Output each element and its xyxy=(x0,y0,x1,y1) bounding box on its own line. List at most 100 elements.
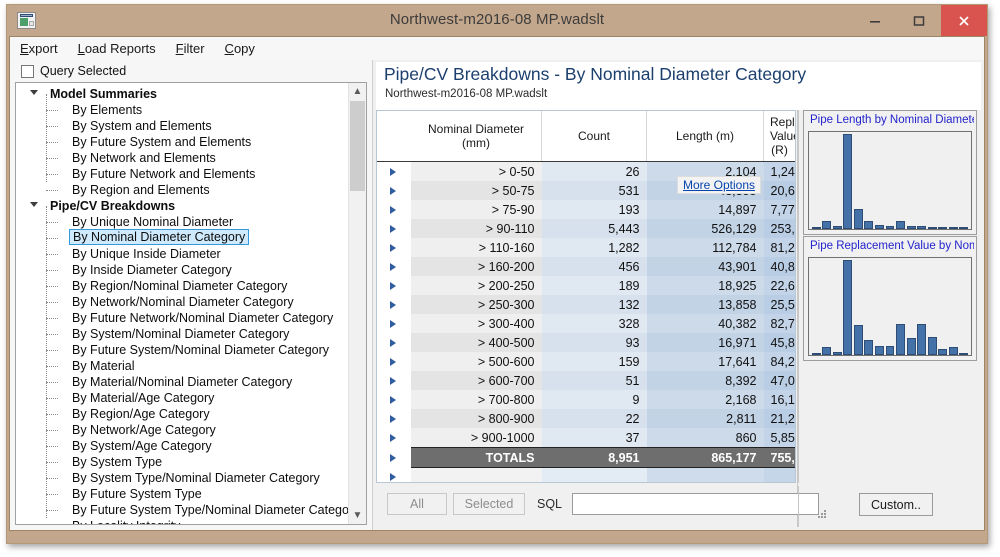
column-header-nominal-diameter[interactable]: Nominal Diameter (mm) xyxy=(411,111,542,162)
maximize-icon[interactable] xyxy=(897,5,941,36)
report-tree[interactable]: Model Summaries By Elements By System and … xyxy=(15,82,367,525)
tree-item-by-unique-inside-diameter[interactable]: By Unique Inside Diameter xyxy=(16,246,349,262)
tree-item-by-system-nominal-diameter-category[interactable]: By System/Nominal Diameter Category xyxy=(16,326,349,342)
data-grid[interactable]: Nominal Diameter (mm) Count Length (m) R… xyxy=(376,110,796,483)
close-icon[interactable] xyxy=(941,5,987,36)
row-expand-icon[interactable] xyxy=(377,219,411,238)
tree-item-by-system-age-category[interactable]: By System/Age Category xyxy=(16,438,349,454)
row-expand-icon[interactable] xyxy=(377,276,411,295)
table-row[interactable]: > 200-25018918,92522,653,523 xyxy=(377,276,795,295)
row-expand-icon[interactable] xyxy=(377,371,411,390)
tree-item-by-region-and-elements[interactable]: By Region and Elements xyxy=(16,182,349,198)
expand-triangle-icon[interactable] xyxy=(30,202,38,207)
table-row[interactable]: > 800-900222,81121,298,402 xyxy=(377,409,795,428)
table-row[interactable]: > 110-1601,282112,78481,262,328 xyxy=(377,238,795,257)
tree-item-by-nominal-diameter-category[interactable]: By Nominal Diameter Category xyxy=(16,229,349,246)
menu-copy[interactable]: Copy xyxy=(225,41,255,56)
cell-nominal-diameter: > 400-500 xyxy=(411,333,542,352)
table-row[interactable]: > 250-30013213,85825,598,356 xyxy=(377,295,795,314)
table-row[interactable]: > 300-40032840,38282,738,525 xyxy=(377,314,795,333)
cell-nominal-diameter: > 90-110 xyxy=(411,219,542,238)
tree-item-by-unique-nominal-diameter[interactable]: By Unique Nominal Diameter xyxy=(16,214,349,230)
column-header-length[interactable]: Length (m) xyxy=(646,111,764,162)
tree-item-by-network-nominal-diameter-category[interactable]: By Network/Nominal Diameter Category xyxy=(16,294,349,310)
menu-export[interactable]: EExportxport xyxy=(20,41,58,56)
tree-item-by-inside-diameter-category[interactable]: By Inside Diameter Category xyxy=(16,262,349,278)
table-row[interactable]: > 600-700518,39247,030,345 xyxy=(377,371,795,390)
tree-item-by-future-network-and-elements[interactable]: By Future Network and Elements xyxy=(16,166,349,182)
menu-load-reports[interactable]: Load Reports xyxy=(78,41,156,56)
cell-length: 18,925 xyxy=(646,276,764,295)
row-expand-icon[interactable] xyxy=(377,447,411,468)
tree-item-by-material-nominal-diameter-category[interactable]: By Material/Nominal Diameter Category xyxy=(16,374,349,390)
chart-bar xyxy=(811,353,821,355)
column-header-count[interactable]: Count xyxy=(541,111,647,162)
more-options-link[interactable]: More Options xyxy=(677,176,762,194)
row-expand-icon[interactable] xyxy=(377,333,411,352)
tree-item-by-network-age-category[interactable]: By Network/Age Category xyxy=(16,422,349,438)
query-selected-row[interactable]: Query Selected xyxy=(10,60,372,82)
tree-item-by-future-system-and-elements[interactable]: By Future System and Elements xyxy=(16,134,349,150)
menu-filter[interactable]: Filter xyxy=(176,41,205,56)
tree-group-model-summaries[interactable]: Model Summaries xyxy=(16,86,349,102)
table-row[interactable]: > 90-1105,443526,129253,032,843 xyxy=(377,219,795,238)
tree-item-by-system-type-nominal-diameter-category[interactable]: By System Type/Nominal Diameter Category xyxy=(16,470,349,486)
tree-item-by-system-and-elements[interactable]: By System and Elements xyxy=(16,118,349,134)
tree-item-by-network-and-elements[interactable]: By Network and Elements xyxy=(16,150,349,166)
row-expand-icon[interactable] xyxy=(377,390,411,409)
chart-bar xyxy=(874,225,884,229)
table-row-blank[interactable] xyxy=(377,467,795,482)
chart-pipe-length[interactable]: Pipe Length by Nominal Diameter C xyxy=(803,110,977,235)
custom-button[interactable]: Custom.. xyxy=(859,493,933,516)
table-row[interactable]: > 400-5009316,97145,806,984 xyxy=(377,333,795,352)
table-row[interactable]: > 900-1000378605,855,517 xyxy=(377,428,795,448)
tree-item-by-future-system-nominal-diameter-category[interactable]: By Future System/Nominal Diameter Catego… xyxy=(16,342,349,358)
tree-item-by-material-age-category[interactable]: By Material/Age Category xyxy=(16,390,349,406)
row-expand-icon[interactable] xyxy=(377,314,411,333)
chart-bar xyxy=(959,227,969,229)
tree-item-label: By Future System Type/Nominal Diameter C… xyxy=(72,503,349,517)
tree-item-by-future-system-type-nominal-diameter-category[interactable]: By Future System Type/Nominal Diameter C… xyxy=(16,502,349,518)
row-expand-icon[interactable] xyxy=(377,467,411,482)
table-row[interactable]: > 160-20045643,90140,806,707 xyxy=(377,257,795,276)
row-expand-icon[interactable] xyxy=(377,295,411,314)
table-row[interactable]: > 75-9019314,8977,779,127 xyxy=(377,200,795,219)
expand-triangle-icon[interactable] xyxy=(30,90,38,95)
tree-item-by-system-type[interactable]: By System Type xyxy=(16,454,349,470)
row-expand-icon[interactable] xyxy=(377,409,411,428)
tree-item-by-future-system-type[interactable]: By Future System Type xyxy=(16,486,349,502)
tree-item-label: By System/Nominal Diameter Category xyxy=(72,327,290,341)
table-row[interactable]: > 700-80092,16816,133,440 xyxy=(377,390,795,409)
row-expand-icon[interactable] xyxy=(377,352,411,371)
tree-item-by-future-network-nominal-diameter-category[interactable]: By Future Network/Nominal Diameter Categ… xyxy=(16,310,349,326)
row-expand-icon[interactable] xyxy=(377,181,411,200)
row-expand-icon[interactable] xyxy=(377,238,411,257)
tree-item-by-material[interactable]: By Material xyxy=(16,358,349,374)
scrollbar-thumb[interactable] xyxy=(350,101,365,191)
chart-bar xyxy=(822,347,832,355)
tree-group-pipe-cv-breakdowns[interactable]: Pipe/CV Breakdowns xyxy=(16,198,349,214)
row-expand-icon[interactable] xyxy=(377,428,411,448)
row-expand-icon[interactable] xyxy=(377,161,411,181)
tree-item-by-region-age-category[interactable]: By Region/Age Category xyxy=(16,406,349,422)
row-expand-icon[interactable] xyxy=(377,257,411,276)
selected-button[interactable]: Selected xyxy=(453,493,525,515)
row-expand-icon[interactable] xyxy=(377,200,411,219)
all-button[interactable]: All xyxy=(387,493,447,515)
table-row[interactable]: > 500-60015917,64184,238,796 xyxy=(377,352,795,371)
tree-item-by-region-nominal-diameter-category[interactable]: By Region/Nominal Diameter Category xyxy=(16,278,349,294)
tree-item-by-locality-integrity[interactable]: By Locality Integrity xyxy=(16,518,349,524)
scroll-up-icon[interactable]: ▲ xyxy=(349,83,366,100)
sql-input[interactable] xyxy=(572,493,819,515)
tree-scrollbar[interactable]: ▲ ▼ xyxy=(348,83,366,524)
chart-bar xyxy=(885,226,895,229)
column-header-replace-value[interactable]: Replace Value (R) xyxy=(763,111,795,162)
minimize-icon[interactable] xyxy=(853,5,897,36)
query-selected-checkbox[interactable] xyxy=(21,64,34,78)
menu-bar: EExportxport Load Reports Filter Copy xyxy=(10,37,984,61)
chart-pipe-replacement-value[interactable]: Pipe Replacement Value by Nomin xyxy=(803,236,977,361)
cell-replace-value: 84,238,796 xyxy=(763,352,795,371)
scroll-down-icon[interactable]: ▼ xyxy=(349,507,366,524)
cell-nominal-diameter: > 500-600 xyxy=(411,352,542,371)
tree-item-by-elements[interactable]: By Elements xyxy=(16,102,349,118)
